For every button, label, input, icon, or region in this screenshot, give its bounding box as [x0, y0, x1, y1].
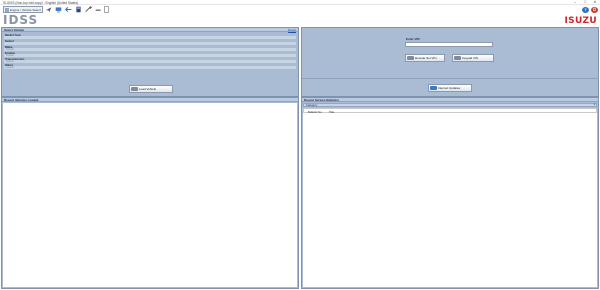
category-dropdown[interactable]: Category ▾ [303, 103, 597, 107]
help-icon[interactable]: ? [582, 7, 589, 13]
enter-vin-label: Enter VIN [406, 37, 420, 41]
category-dropdown-value: Category [306, 103, 318, 107]
recent-bulletins-header: Recent Service Bulletins [302, 98, 598, 102]
vin-divider [302, 78, 598, 79]
home-icon [5, 8, 9, 12]
reset-link[interactable]: Reset [288, 28, 296, 32]
home-button[interactable]: Engine / Vehicle Select [3, 6, 43, 13]
recent-vehicles-panel: Recent Vehicles Loaded [1, 97, 299, 289]
globe-icon [430, 86, 437, 90]
truck-icon [131, 87, 138, 91]
select-vehicle-panel: Select Vehicle Reset Model Year Select M… [1, 27, 299, 97]
load-vehicle-button[interactable]: Load Vehicle [129, 85, 173, 93]
recent-vehicles-list[interactable] [3, 103, 297, 287]
other-field[interactable]: Other Default [3, 63, 297, 69]
home-button-label: Engine / Vehicle Select [10, 8, 41, 12]
toolbar: Engine / Vehicle Select ? ⏻ [0, 5, 600, 14]
calculator-icon[interactable] [75, 6, 82, 13]
connect-icon[interactable] [65, 6, 72, 13]
vin-input[interactable] [405, 42, 493, 47]
vin-panel: Enter VIN Decode Set VIN Keypad VIN Inte… [301, 27, 599, 97]
other-value[interactable]: Default [4, 66, 296, 69]
bulletin-no-column[interactable]: Bulletin No. [308, 110, 322, 114]
exit-icon[interactable]: ⏻ [591, 7, 598, 13]
logo-bar: IDSS ISUZU DIAGNOSTIC SERVICE SYSTEM ISU… [0, 14, 600, 31]
internet-updates-button[interactable]: Internet Updates [428, 84, 472, 92]
keypad-icon [454, 56, 461, 60]
wrench-icon[interactable] [95, 6, 102, 13]
decode-vin-button[interactable]: Decode Set VIN [405, 54, 445, 62]
recent-bulletins-title: Recent Service Bulletins [304, 98, 340, 103]
recent-vehicles-title: Recent Vehicles Loaded [4, 98, 39, 103]
keypad-vin-button[interactable]: Keypad VIN [452, 54, 494, 62]
window-title: IS-IDSS (Non-top fold-copy) - English (U… [3, 0, 79, 5]
recent-bulletins-panel: Recent Service Bulletins Category ▾ Bull… [301, 97, 599, 289]
bulletins-table-header: Bulletin No. Title [303, 108, 597, 114]
keypad-vin-label: Keypad VIN [462, 56, 479, 60]
tools-icon[interactable] [85, 6, 92, 13]
document-icon[interactable] [103, 6, 110, 13]
screen-icon[interactable] [55, 6, 62, 13]
idss-logo: IDSS ISUZU DIAGNOSTIC SERVICE SYSTEM [3, 14, 49, 31]
internet-updates-label: Internet Updates [438, 86, 461, 90]
select-vehicle-title: Select Vehicle [4, 28, 25, 33]
plane-icon[interactable] [45, 6, 52, 13]
select-vehicle-header: Select Vehicle Reset [2, 28, 298, 32]
load-vehicle-label: Load Vehicle [139, 87, 157, 91]
decode-vin-label: Decode Set VIN [415, 56, 437, 60]
barcode-icon [407, 56, 414, 60]
isuzu-logo: ISUZU [564, 16, 597, 26]
chevron-down-icon: ▾ [593, 103, 595, 106]
title-column[interactable]: Title [329, 110, 334, 114]
recent-vehicles-header: Recent Vehicles Loaded [2, 98, 298, 102]
bulletins-table[interactable] [303, 108, 597, 287]
